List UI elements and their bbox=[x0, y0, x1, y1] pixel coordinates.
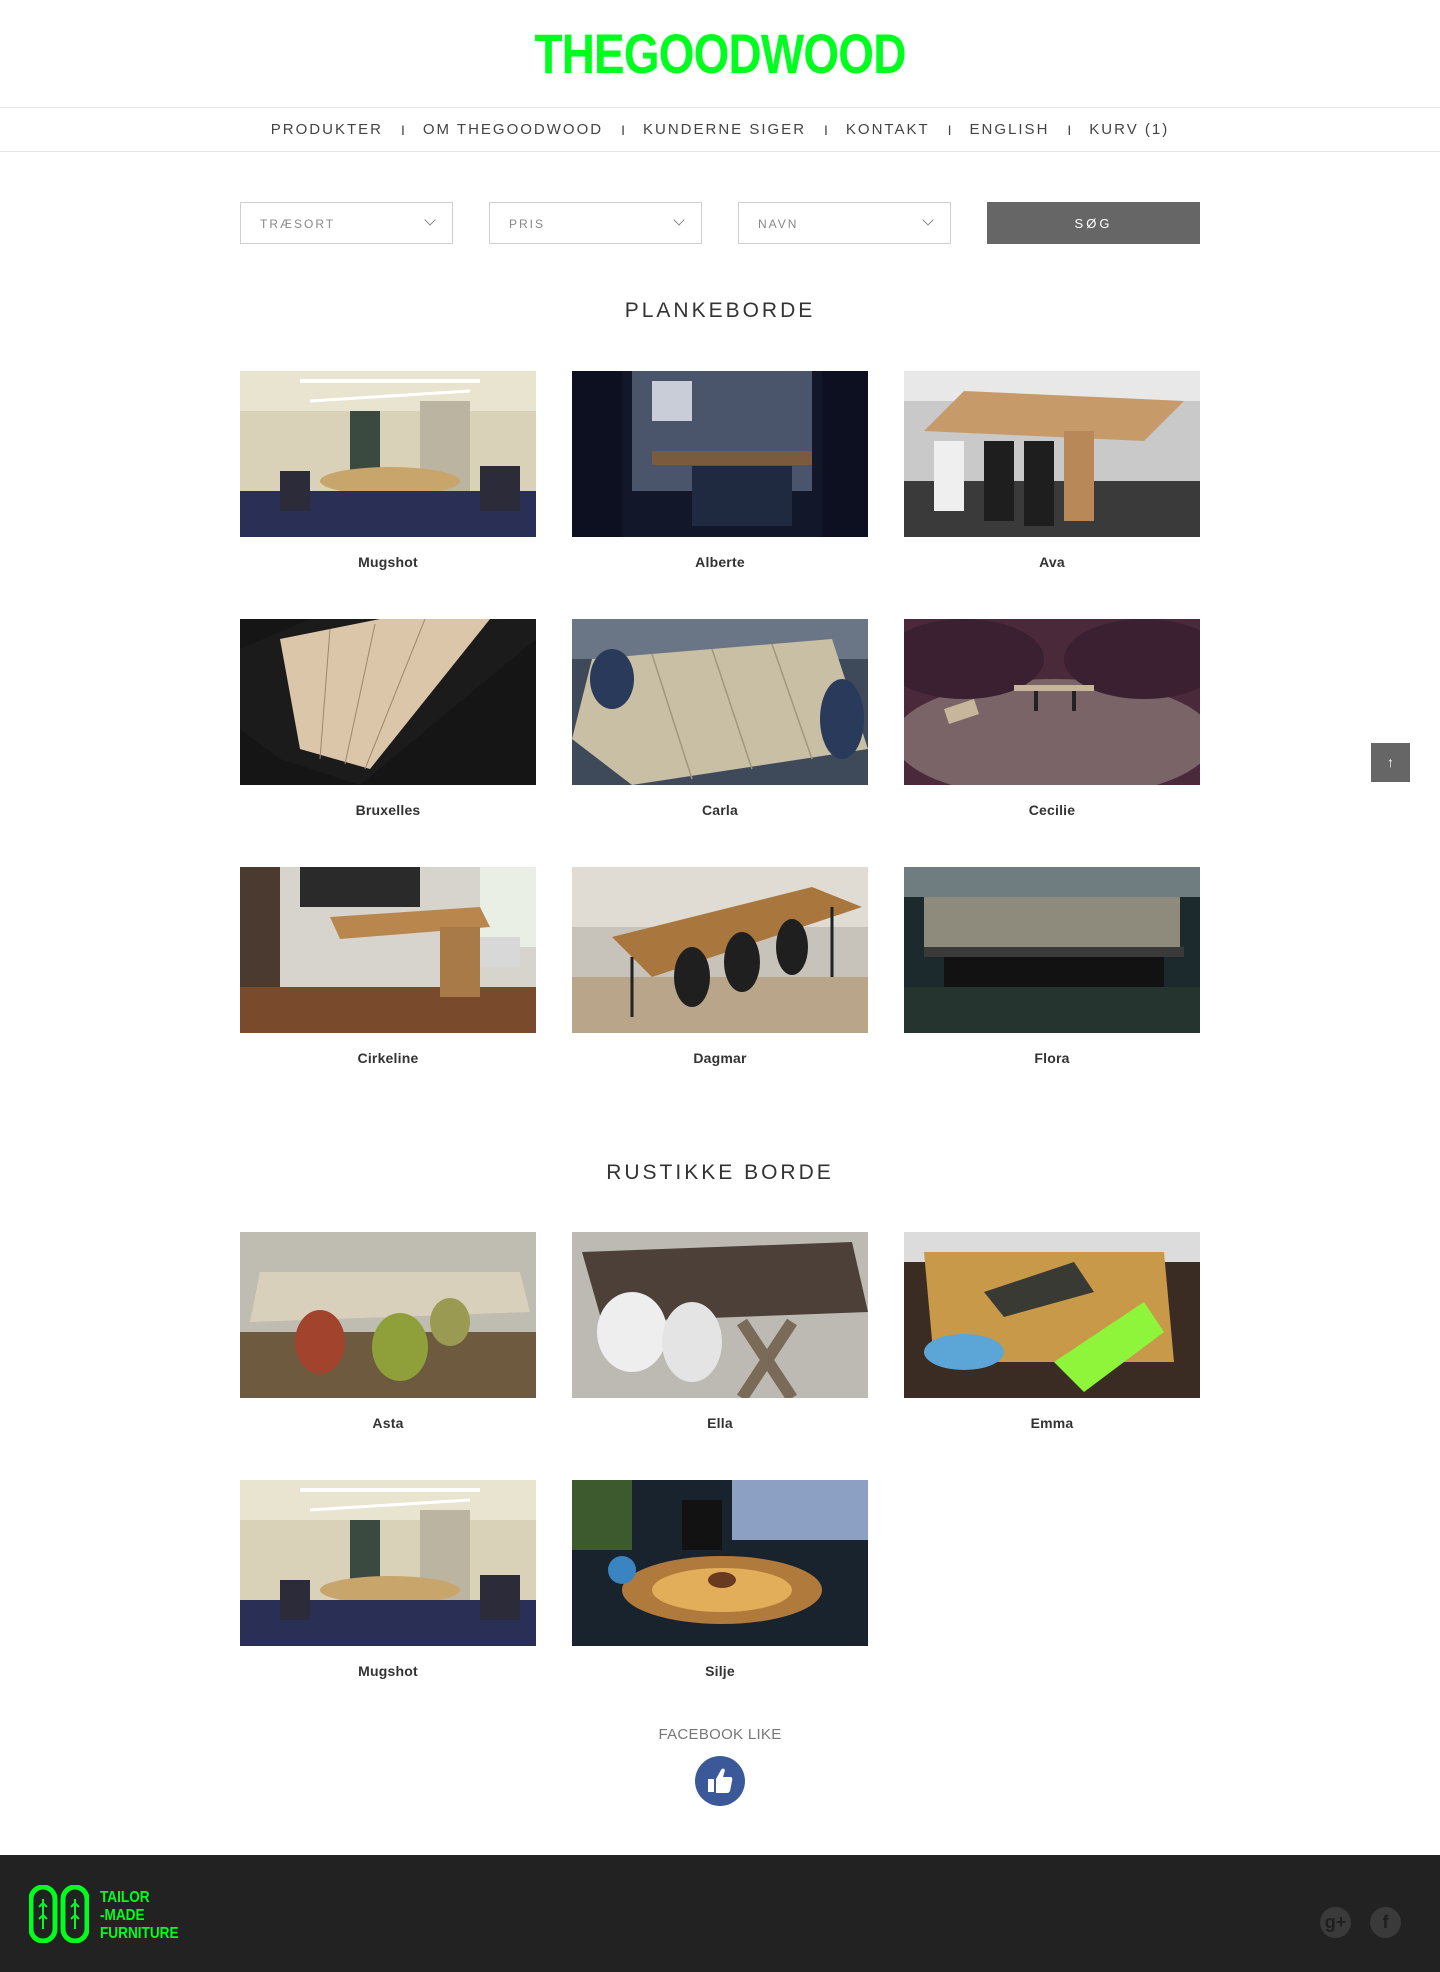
product-name[interactable]: Silje bbox=[572, 1663, 868, 1679]
nav-separator: I bbox=[1067, 121, 1072, 138]
nav-item-produkter[interactable]: PRODUKTER bbox=[271, 121, 383, 138]
site-logo[interactable]: THEGOODWOOD bbox=[130, 26, 1311, 82]
product-image[interactable] bbox=[904, 619, 1200, 785]
product-name[interactable]: Alberte bbox=[572, 554, 868, 570]
nav-item-kunderne-siger[interactable]: KUNDERNE SIGER bbox=[643, 121, 806, 138]
product-image[interactable] bbox=[572, 619, 868, 785]
product-name[interactable]: Mugshot bbox=[240, 1663, 536, 1679]
thumbs-up-icon bbox=[708, 1768, 733, 1793]
facebook-icon[interactable]: f bbox=[1370, 1907, 1401, 1938]
product-card[interactable]: Asta bbox=[240, 1232, 536, 1442]
product-name[interactable]: Cecilie bbox=[904, 802, 1200, 818]
product-name[interactable]: Ava bbox=[904, 554, 1200, 570]
main-nav: PRODUKTER I OM THEGOODWOOD I KUNDERNE SI… bbox=[0, 107, 1440, 152]
product-card[interactable]: Carla bbox=[572, 619, 868, 829]
product-image[interactable] bbox=[572, 1232, 868, 1398]
product-card[interactable]: Dagmar bbox=[572, 867, 868, 1077]
product-card[interactable]: Alberte bbox=[572, 371, 868, 581]
nav-item-cart[interactable]: KURV (1) bbox=[1089, 121, 1169, 138]
footer-tagline-line: FURNITURE bbox=[100, 1925, 179, 1942]
footer-tagline-line: -MADE bbox=[100, 1907, 145, 1924]
nav-item-kontakt[interactable]: KONTAKT bbox=[846, 121, 930, 138]
product-name[interactable]: Cirkeline bbox=[240, 1050, 536, 1066]
product-name[interactable]: Bruxelles bbox=[240, 802, 536, 818]
nav-item-english[interactable]: ENGLISH bbox=[970, 121, 1050, 138]
section-title-plankeborde: PLANKEBORDE bbox=[624, 299, 816, 322]
product-name[interactable]: Dagmar bbox=[572, 1050, 868, 1066]
price-label: PRIS bbox=[509, 217, 546, 231]
product-image[interactable] bbox=[904, 867, 1200, 1033]
facebook-like-label: FACEBOOK LIKE bbox=[658, 1726, 782, 1743]
product-image[interactable] bbox=[904, 1232, 1200, 1398]
product-image[interactable] bbox=[240, 371, 536, 537]
product-image[interactable] bbox=[240, 619, 536, 785]
footer-tagline: TAILOR -MADE FURNITURE bbox=[100, 1889, 179, 1943]
product-card[interactable]: Ava bbox=[904, 371, 1200, 581]
section-title-rustikke-borde: RUSTIKKE BORDE bbox=[606, 1161, 834, 1184]
wood-type-label: TRÆSORT bbox=[260, 217, 336, 231]
product-image[interactable] bbox=[572, 371, 868, 537]
nav-separator: I bbox=[400, 121, 405, 138]
product-card[interactable]: Cirkeline bbox=[240, 867, 536, 1077]
name-select[interactable]: NAVN bbox=[738, 202, 951, 244]
footer-tagline-line: TAILOR bbox=[100, 1889, 150, 1906]
product-card[interactable]: Ella bbox=[572, 1232, 868, 1442]
wood-type-select[interactable]: TRÆSORT bbox=[240, 202, 453, 244]
product-image[interactable] bbox=[904, 371, 1200, 537]
price-select[interactable]: PRIS bbox=[489, 202, 702, 244]
scroll-to-top-button[interactable]: ↑ bbox=[1371, 743, 1410, 782]
product-name[interactable]: Emma bbox=[904, 1415, 1200, 1431]
search-button[interactable]: SØG bbox=[987, 202, 1200, 244]
facebook-like-button[interactable] bbox=[695, 1756, 745, 1806]
product-name[interactable]: Ella bbox=[572, 1415, 868, 1431]
nav-separator: I bbox=[621, 121, 625, 138]
product-image[interactable] bbox=[240, 1480, 536, 1646]
product-card[interactable]: Silje bbox=[572, 1480, 868, 1690]
product-card[interactable]: Emma bbox=[904, 1232, 1200, 1442]
site-header: THEGOODWOOD bbox=[0, 0, 1440, 107]
product-name[interactable]: Asta bbox=[240, 1415, 536, 1431]
nav-item-om[interactable]: OM THEGOODWOOD bbox=[423, 121, 603, 138]
product-image[interactable] bbox=[572, 1480, 868, 1646]
chevron-down-icon bbox=[424, 214, 436, 226]
product-image[interactable] bbox=[240, 867, 536, 1033]
arrow-up-icon: ↑ bbox=[1387, 754, 1394, 770]
product-card[interactable]: Bruxelles bbox=[240, 619, 536, 829]
google-plus-icon[interactable]: g+ bbox=[1320, 1907, 1351, 1938]
footer-logo-icon[interactable] bbox=[29, 1885, 89, 1943]
chevron-down-icon bbox=[922, 214, 934, 226]
product-card[interactable]: Mugshot bbox=[240, 1480, 536, 1690]
nav-separator: I bbox=[947, 121, 952, 138]
chevron-down-icon bbox=[673, 214, 685, 226]
product-name[interactable]: Flora bbox=[904, 1050, 1200, 1066]
product-card[interactable]: Mugshot bbox=[240, 371, 536, 581]
site-footer: TAILOR -MADE FURNITURE g+ f bbox=[0, 1855, 1440, 1972]
product-name[interactable]: Mugshot bbox=[240, 554, 536, 570]
nav-separator: I bbox=[824, 121, 828, 138]
product-image[interactable] bbox=[240, 1232, 536, 1398]
product-image[interactable] bbox=[572, 867, 868, 1033]
product-card[interactable]: Cecilie bbox=[904, 619, 1200, 829]
product-card[interactable]: Flora bbox=[904, 867, 1200, 1077]
filter-bar: TRÆSORT PRIS NAVN SØG bbox=[240, 202, 1200, 244]
name-label: NAVN bbox=[758, 217, 799, 231]
product-name[interactable]: Carla bbox=[572, 802, 868, 818]
